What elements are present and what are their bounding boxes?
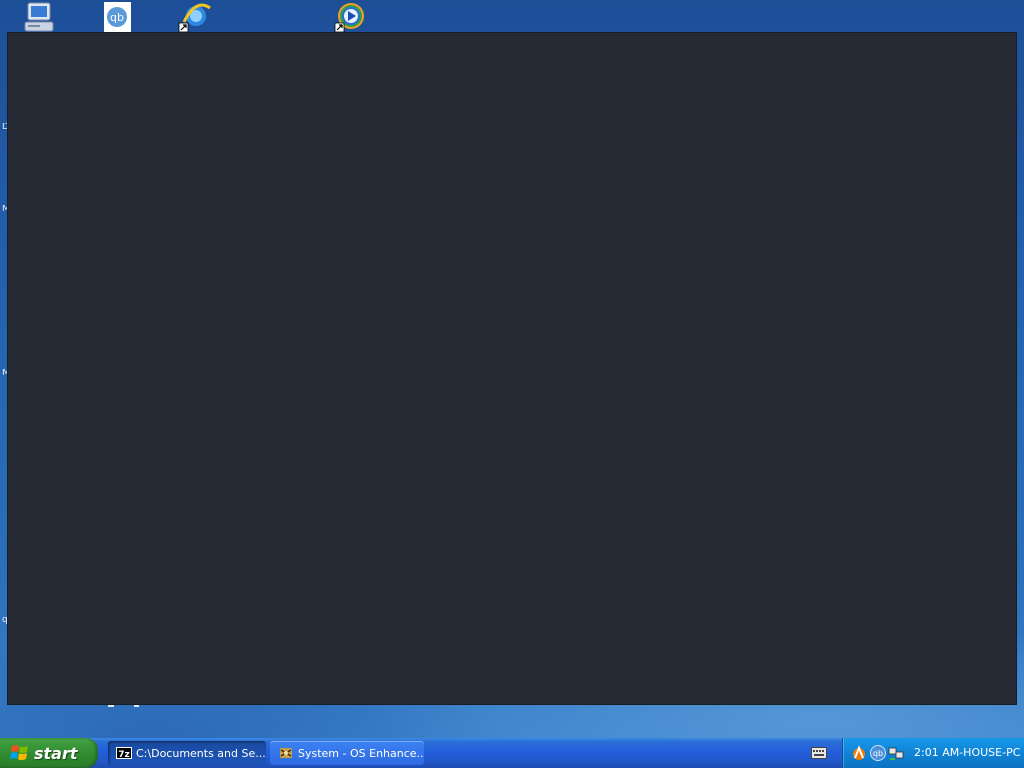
clock[interactable]: 2:01 AM-HOUSE-PC: [914, 746, 1020, 759]
windows-media-player-icon[interactable]: [334, 0, 368, 34]
dark-window[interactable]: [7, 32, 1017, 705]
keyboard-icon[interactable]: [811, 746, 827, 760]
taskbar-button-7zip[interactable]: 7z C:\Documents and Se...: [108, 741, 266, 765]
svg-text:qb: qb: [873, 749, 883, 758]
start-button[interactable]: start: [0, 738, 98, 768]
taskbar-button-label: C:\Documents and Se...: [136, 746, 266, 760]
svg-text:qb: qb: [110, 11, 124, 24]
avast-icon[interactable]: [851, 745, 867, 761]
taskbar-button-system[interactable]: System - OS Enhance...: [270, 741, 424, 765]
network-icon[interactable]: [888, 745, 904, 761]
7zip-icon: 7z: [116, 747, 132, 760]
start-label: start: [34, 743, 78, 763]
taskbar: start 7z C:\Documents and Se... System -…: [0, 738, 1024, 768]
system-tray: qb 2:01 AM-HOUSE-PC: [842, 738, 1024, 768]
my-computer-icon[interactable]: [22, 0, 56, 34]
qbittorrent-icon[interactable]: qb: [102, 0, 136, 34]
desktop-fragment: [134, 705, 139, 707]
internet-explorer-icon[interactable]: [178, 0, 212, 34]
system-tool-icon: [280, 748, 292, 758]
desktop-fragment: [108, 705, 114, 707]
taskbar-button-label: System - OS Enhance...: [298, 746, 424, 760]
windows-logo-icon: [10, 745, 28, 761]
svg-text:7z: 7z: [118, 750, 130, 760]
desktop: qb D M M q: [0, 0, 1024, 738]
qbittorrent-tray-icon[interactable]: qb: [870, 745, 886, 761]
